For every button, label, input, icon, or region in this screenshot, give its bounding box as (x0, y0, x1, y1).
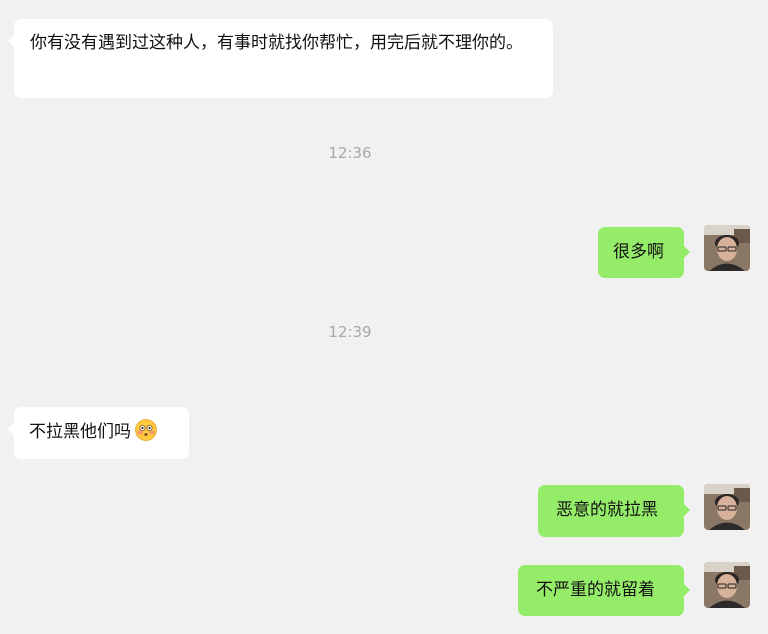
outgoing-message-bubble[interactable]: 很多啊 (598, 227, 690, 278)
avatar[interactable] (704, 562, 750, 608)
avatar[interactable] (704, 484, 750, 530)
timestamp: 12:36 (328, 144, 372, 162)
outgoing-message-bubble[interactable]: 不严重的就留着 (518, 565, 690, 616)
flushed-face-icon (135, 419, 157, 441)
user-avatar-photo-icon (704, 225, 750, 271)
chat-conversation: 你有没有遇到过这种人，有事时就找你帮忙，用完后就不理你的。 12:36 很多啊 … (0, 0, 768, 634)
message-text: 不拉黑他们吗 (29, 422, 131, 442)
timestamp: 12:39 (328, 323, 372, 341)
message-text: 恶意的就拉黑 (556, 500, 658, 520)
message-text: 很多啊 (613, 242, 664, 262)
message-text: 不严重的就留着 (536, 580, 655, 600)
incoming-message-bubble[interactable]: 你有没有遇到过这种人，有事时就找你帮忙，用完后就不理你的。 (8, 19, 553, 98)
user-avatar-photo-icon (704, 484, 750, 530)
user-avatar-photo-icon (704, 562, 750, 608)
message-text: 你有没有遇到过这种人，有事时就找你帮忙，用完后就不理你的。 (30, 33, 523, 53)
incoming-message-bubble[interactable]: 不拉黑他们吗 (8, 407, 189, 459)
avatar[interactable] (704, 225, 750, 271)
outgoing-message-bubble[interactable]: 恶意的就拉黑 (538, 485, 690, 537)
